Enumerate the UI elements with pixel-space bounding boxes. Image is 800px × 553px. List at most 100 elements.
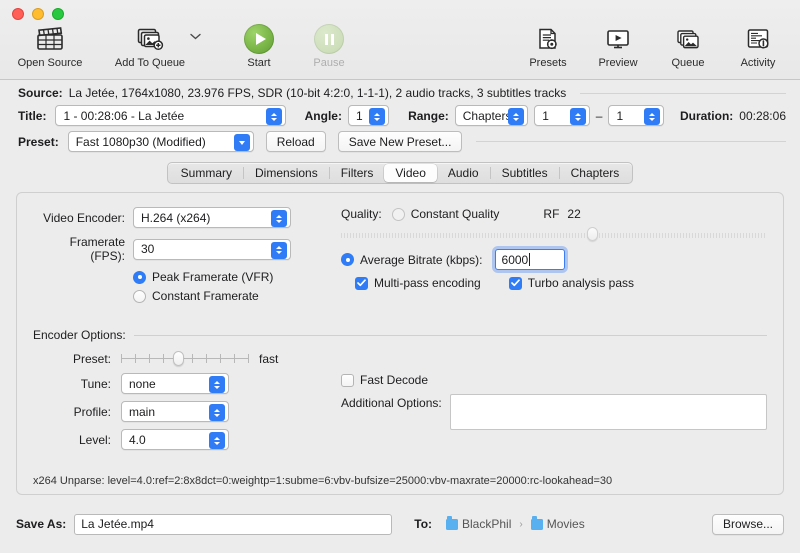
add-to-queue-button[interactable]: Add To Queue xyxy=(106,22,194,69)
tab-subtitles[interactable]: Subtitles xyxy=(491,164,559,182)
chevron-down-icon[interactable] xyxy=(190,32,201,43)
open-source-button[interactable]: Open Source xyxy=(6,22,94,69)
tab-dimensions-label: Dimensions xyxy=(255,166,318,180)
range-type-select[interactable]: Chapters xyxy=(455,105,529,126)
browse-button[interactable]: Browse... xyxy=(712,514,784,535)
additional-options-label: Additional Options: xyxy=(341,394,442,410)
average-bitrate-row: Average Bitrate (kbps): 6000 xyxy=(341,249,767,270)
tab-subtitles-label: Subtitles xyxy=(502,166,548,180)
peak-framerate-radio[interactable] xyxy=(133,271,146,284)
quality-slider-thumb[interactable] xyxy=(587,227,598,241)
tab-audio-label: Audio xyxy=(448,166,479,180)
range-start-arrows-icon[interactable] xyxy=(570,108,586,125)
range-stepper-arrows-icon[interactable] xyxy=(508,108,524,125)
level-arrows-icon[interactable] xyxy=(209,432,225,449)
video-left-column: Video Encoder: H.264 (x264) Framerate (F… xyxy=(33,207,333,310)
traffic-lights xyxy=(12,8,64,20)
constant-quality-label: Constant Quality xyxy=(411,207,500,221)
additional-options-input[interactable] xyxy=(450,394,767,430)
range-start-select[interactable]: 1 xyxy=(534,105,590,126)
level-row: Level: 4.0 xyxy=(33,429,333,450)
minimize-button[interactable] xyxy=(32,8,44,20)
tab-chapters[interactable]: Chapters xyxy=(560,164,631,182)
title-select[interactable]: 1 - 00:28:06 - La Jetée xyxy=(55,105,285,126)
tune-select[interactable]: none xyxy=(121,373,229,394)
average-bitrate-value: 6000 xyxy=(502,253,529,267)
tab-audio[interactable]: Audio xyxy=(437,164,490,182)
fast-decode-checkbox[interactable] xyxy=(341,374,354,387)
rf-value: 22 xyxy=(567,207,580,221)
additional-options-row: Additional Options: xyxy=(341,394,767,430)
rf-label: RF xyxy=(543,207,559,221)
video-encoder-row: Video Encoder: H.264 (x264) xyxy=(33,207,333,228)
constant-framerate-radio[interactable] xyxy=(133,290,146,303)
video-encoder-select[interactable]: H.264 (x264) xyxy=(133,207,291,228)
profile-arrows-icon[interactable] xyxy=(209,404,225,421)
play-icon xyxy=(244,24,274,54)
level-value: 4.0 xyxy=(129,433,146,447)
video-encoder-label: Video Encoder: xyxy=(33,211,125,225)
pause-icon xyxy=(314,24,344,54)
constant-framerate-label: Constant Framerate xyxy=(152,289,259,303)
preset-slider-thumb[interactable] xyxy=(173,351,184,366)
preset-slider-ticks xyxy=(121,354,249,363)
peak-framerate-label: Peak Framerate (VFR) xyxy=(152,270,273,284)
multi-pass-encoding-checkbox[interactable] xyxy=(355,277,368,290)
framerate-arrows-icon[interactable] xyxy=(271,242,287,259)
save-as-input[interactable]: La Jetée.mp4 xyxy=(74,514,392,535)
close-button[interactable] xyxy=(12,8,24,20)
path-item-root[interactable]: BlackPhil xyxy=(446,517,511,531)
average-bitrate-input[interactable]: 6000 xyxy=(495,249,565,270)
quality-slider[interactable] xyxy=(341,227,767,241)
encoder-preset-slider[interactable] xyxy=(121,351,249,366)
stepper-arrows-icon[interactable] xyxy=(266,108,282,125)
video-settings-panel: Video Encoder: H.264 (x264) Framerate (F… xyxy=(16,192,784,495)
tab-summary[interactable]: Summary xyxy=(170,164,243,182)
zoom-button[interactable] xyxy=(52,8,64,20)
video-encoder-arrows-icon[interactable] xyxy=(271,210,287,227)
save-new-preset-button[interactable]: Save New Preset... xyxy=(338,131,463,152)
preset-chevron-down-icon[interactable] xyxy=(234,134,250,151)
fast-decode-row: Fast Decode xyxy=(341,373,767,387)
multi-pass-encoding-label: Multi-pass encoding xyxy=(374,276,481,290)
activity-button[interactable]: Activity xyxy=(724,22,792,69)
angle-stepper-arrows-icon[interactable] xyxy=(369,108,385,125)
preview-button[interactable]: Preview xyxy=(584,22,652,69)
range-label: Range: xyxy=(408,109,449,123)
average-bitrate-radio[interactable] xyxy=(341,253,354,266)
angle-select[interactable]: 1 xyxy=(348,105,389,126)
path-item-movies[interactable]: Movies xyxy=(531,517,585,531)
peak-framerate-row[interactable]: Peak Framerate (VFR) xyxy=(133,270,333,284)
preset-slider-row: Preset: fast xyxy=(33,351,333,366)
turbo-analysis-pass-label: Turbo analysis pass xyxy=(528,276,634,290)
preset-rule xyxy=(476,141,786,142)
constant-framerate-row[interactable]: Constant Framerate xyxy=(133,289,333,303)
tab-video[interactable]: Video xyxy=(384,164,436,182)
tab-bar-wrap: Summary Dimensions Filters Video Audio S… xyxy=(0,162,800,184)
tune-arrows-icon[interactable] xyxy=(209,376,225,393)
level-select[interactable]: 4.0 xyxy=(121,429,229,450)
tab-filters[interactable]: Filters xyxy=(330,164,385,182)
profile-select[interactable]: main xyxy=(121,401,229,422)
queue-button[interactable]: Queue xyxy=(654,22,722,69)
preset-select[interactable]: Fast 1080p30 (Modified) xyxy=(68,131,254,152)
start-label: Start xyxy=(247,57,270,69)
text-caret xyxy=(529,253,530,266)
start-button[interactable]: Start xyxy=(225,22,293,69)
profile-value: main xyxy=(129,405,155,419)
range-end-select[interactable]: 1 xyxy=(608,105,664,126)
reload-button[interactable]: Reload xyxy=(266,131,326,152)
presets-button[interactable]: Presets xyxy=(514,22,582,69)
tab-video-label: Video xyxy=(395,166,425,180)
framerate-select[interactable]: 30 xyxy=(133,239,291,260)
constant-quality-radio[interactable] xyxy=(392,208,405,221)
range-end-value: 1 xyxy=(616,109,623,123)
turbo-analysis-pass-checkbox[interactable] xyxy=(509,277,522,290)
preset-label: Preset: xyxy=(18,135,59,149)
preset-row: Preset: Fast 1080p30 (Modified) Reload S… xyxy=(0,126,800,152)
range-end-arrows-icon[interactable] xyxy=(644,108,660,125)
source-row: Source: La Jetée, 1764x1080, 23.976 FPS,… xyxy=(0,80,800,100)
source-label: Source: xyxy=(18,86,63,100)
title-value: 1 - 00:28:06 - La Jetée xyxy=(63,109,184,123)
tab-dimensions[interactable]: Dimensions xyxy=(244,164,329,182)
